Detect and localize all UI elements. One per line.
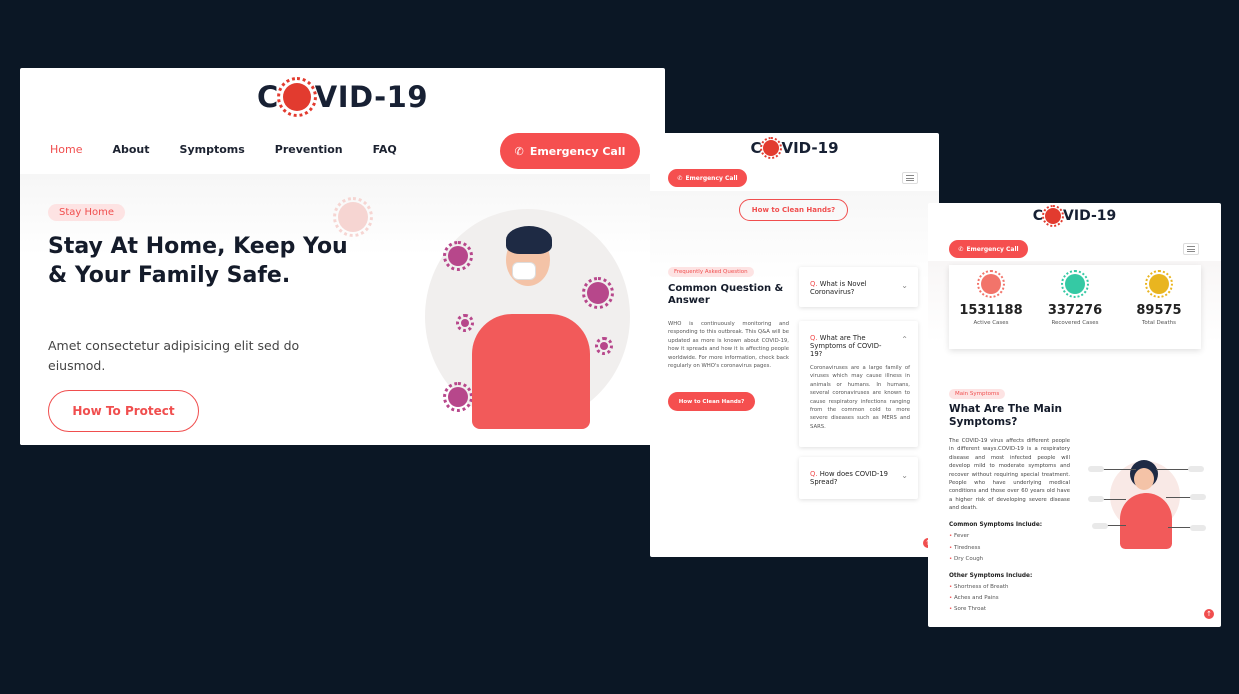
emergency-call-label: Emergency Call	[685, 174, 738, 182]
nav-symptoms[interactable]: Symptoms	[180, 143, 245, 156]
symptom-item: Shortness of Breath	[949, 584, 1008, 590]
virus-icon	[443, 241, 473, 271]
symptom-item: Tiredness	[949, 545, 980, 551]
clean-hands-link-button[interactable]: How to Clean Hands?	[739, 199, 848, 221]
virus-logo-icon	[1042, 205, 1065, 227]
face-mask-icon	[512, 262, 536, 280]
virus-logo-icon	[760, 137, 783, 159]
hero-section: Stay Home Stay At Home, Keep You & Your …	[20, 174, 665, 445]
mobile-symptoms-preview: C VID-19 ✆ Emergency Call 1531188 Active…	[928, 203, 1221, 627]
virus-icon	[977, 270, 1005, 298]
faq-item[interactable]: Q. What is Novel Coronavirus? ⌄	[799, 267, 918, 307]
emergency-call-button[interactable]: ✆ Emergency Call	[668, 169, 747, 187]
person-body	[472, 314, 590, 429]
virus-icon	[582, 277, 614, 309]
chevron-down-icon: ⌄	[901, 471, 908, 480]
chevron-down-icon: ⌄	[901, 281, 908, 290]
symptom-item: Fever	[949, 533, 969, 539]
stat-label: Active Cases	[973, 320, 1009, 326]
emergency-call-label: Emergency Call	[966, 245, 1019, 253]
faq-item[interactable]: Q. How does COVID-19 Spread? ⌄	[799, 457, 918, 499]
hamburger-menu-icon[interactable]	[1183, 243, 1199, 255]
person-head	[1134, 468, 1154, 490]
symptom-item: Aches and Pains	[949, 595, 999, 601]
nav-home[interactable]: Home	[50, 143, 82, 156]
symptom-label-pill	[1088, 496, 1104, 502]
mobile-faq-preview: C VID-19 ✆ Emergency Call How to Clean H…	[650, 133, 939, 557]
faq-question: Q. What are The Symptoms of COVID-19?	[810, 334, 882, 358]
main-nav: Home About Symptoms Prevention FAQ	[50, 143, 397, 156]
symptoms-tag: Main Symptoms	[949, 389, 1006, 399]
faq-paragraph: WHO is continuously monitoring and respo…	[668, 321, 789, 370]
phone-icon: ✆	[677, 174, 683, 182]
site-logo[interactable]: C VID-19	[20, 77, 665, 117]
symptom-item: Dry Cough	[949, 556, 983, 562]
stat-value: 1531188	[959, 303, 1023, 318]
emergency-call-button[interactable]: ✆ Emergency Call	[949, 240, 1028, 258]
hero-headline: Stay At Home, Keep You & Your Family Saf…	[48, 234, 348, 288]
stat-value: 89575	[1136, 303, 1182, 318]
faq-item-expanded[interactable]: Q. What are The Symptoms of COVID-19? ⌃ …	[799, 321, 918, 447]
faq-question: Q. How does COVID-19 Spread?	[810, 470, 888, 486]
symptom-item: Sore Throat	[949, 606, 986, 612]
person-body	[1120, 493, 1172, 549]
emergency-call-label: Emergency Call	[529, 144, 626, 158]
dot-icon	[595, 337, 613, 355]
other-symptoms-heading: Other Symptoms Include:	[949, 573, 1033, 579]
faq-question: Q. What is Novel Coronavirus?	[810, 280, 867, 296]
faq-heading: Common Question & Answer	[668, 283, 784, 306]
virus-icon	[443, 382, 473, 412]
how-to-protect-button[interactable]: How To Protect	[48, 390, 199, 432]
logo-text-start: C	[256, 80, 279, 114]
phone-icon: ✆	[514, 144, 524, 158]
desktop-homepage-preview: C VID-19 Home About Symptoms Prevention …	[20, 68, 665, 445]
virus-logo-icon	[276, 77, 317, 117]
site-logo[interactable]: C VID-19	[650, 137, 939, 159]
virus-icon	[1061, 270, 1089, 298]
nav-about[interactable]: About	[112, 143, 149, 156]
stat-active-cases: 1531188 Active Cases	[949, 265, 1033, 349]
case-statistics-panel: 1531188 Active Cases 337276 Recovered Ca…	[949, 265, 1201, 349]
pale-virus-icon	[333, 197, 373, 237]
dot-icon	[456, 314, 474, 332]
faq-answer: Coronaviruses are a large family of viru…	[810, 365, 910, 430]
common-symptoms-heading: Common Symptoms Include:	[949, 522, 1043, 528]
symptom-label-pill	[1088, 466, 1104, 472]
symptom-label-pill	[1190, 494, 1206, 500]
nav-prevention[interactable]: Prevention	[275, 143, 343, 156]
scroll-to-top-icon[interactable]: ↑	[1204, 609, 1214, 619]
nav-faq[interactable]: FAQ	[373, 143, 397, 156]
phone-icon: ✆	[958, 245, 964, 253]
clean-hands-button[interactable]: How to Clean Hands?	[668, 392, 755, 411]
person-hair	[506, 226, 552, 254]
virus-icon	[1145, 270, 1173, 298]
chevron-up-icon: ⌃	[901, 335, 908, 344]
logo-text-end: VID-19	[781, 139, 839, 157]
stat-label: Recovered Cases	[1051, 320, 1099, 326]
faq-tag: Frequently Asked Question	[668, 267, 754, 277]
hamburger-menu-icon[interactable]	[902, 172, 918, 184]
emergency-call-button[interactable]: ✆ Emergency Call	[500, 133, 640, 169]
symptoms-paragraph: The COVID-19 virus affects different peo…	[949, 438, 1070, 512]
symptom-label-pill	[1190, 525, 1206, 531]
stat-label: Total Deaths	[1141, 320, 1177, 326]
hero-description: Amet consectetur adipisicing elit sed do…	[48, 338, 300, 373]
stat-recovered-cases: 337276 Recovered Cases	[1033, 265, 1117, 349]
logo-text-end: VID-19	[1063, 208, 1117, 224]
stat-value: 337276	[1047, 303, 1103, 318]
symptom-label-pill	[1092, 523, 1108, 529]
logo-text-end: VID-19	[314, 80, 429, 114]
symptoms-heading: What Are The Main Symptoms?	[949, 403, 1062, 428]
site-logo[interactable]: C VID-19	[928, 205, 1221, 227]
stay-home-tag: Stay Home	[48, 204, 126, 221]
stat-total-deaths: 89575 Total Deaths	[1117, 265, 1201, 349]
symptom-label-pill	[1188, 466, 1204, 472]
